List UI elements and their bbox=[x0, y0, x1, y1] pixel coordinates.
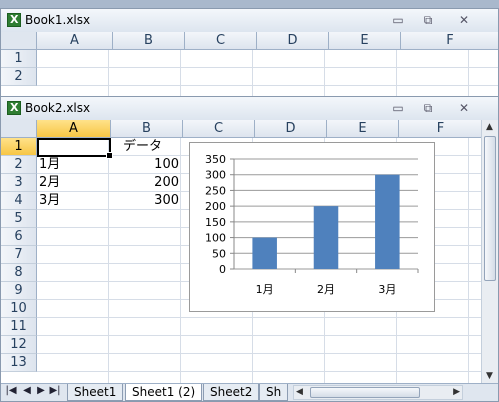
last-sheet-icon[interactable]: ▶| bbox=[49, 385, 61, 396]
col-header-c[interactable]: C bbox=[183, 120, 255, 138]
col-header-b[interactable]: B bbox=[111, 120, 183, 138]
row-header-10[interactable]: 10 bbox=[1, 300, 37, 318]
book2-title: Book2.xlsx bbox=[25, 101, 91, 115]
cell-a2[interactable]: 1月 bbox=[39, 156, 60, 174]
scroll-left-icon[interactable]: ◀ bbox=[296, 387, 303, 397]
prev-sheet-icon[interactable]: ◀ bbox=[21, 385, 33, 396]
row-header-5[interactable]: 5 bbox=[1, 210, 37, 228]
row-header-8[interactable]: 8 bbox=[1, 264, 37, 282]
horizontal-scrollbar[interactable]: ◀ ▶ bbox=[293, 385, 463, 400]
book1-cells[interactable] bbox=[37, 50, 498, 97]
restore-button[interactable]: ⧉ bbox=[419, 99, 437, 117]
cell-b2[interactable]: 100 bbox=[111, 156, 179, 174]
y-tick-label: 350 bbox=[205, 153, 226, 166]
y-tick-label: 250 bbox=[205, 184, 226, 197]
col-header-a[interactable]: A bbox=[37, 32, 113, 50]
chart-canvas: 0 50 100 150 200 250 300 350 1月 2月 3月 bbox=[205, 153, 419, 296]
col-header-c[interactable]: C bbox=[185, 32, 257, 50]
x-tick-label: 2月 bbox=[317, 283, 335, 296]
sheet-tab-sheet1-2[interactable]: Sheet1 (2) bbox=[125, 384, 203, 401]
y-tick-label: 300 bbox=[205, 169, 226, 182]
sheet-tab-bar: |◀ ◀ ▶ ▶| Sheet1 Sheet1 (2) Sheet2 Sh ◀ … bbox=[1, 383, 498, 401]
close-button[interactable]: ✕ bbox=[455, 99, 473, 117]
y-tick-label: 0 bbox=[219, 263, 226, 276]
col-header-e[interactable]: E bbox=[329, 32, 401, 50]
row-header-13[interactable]: 13 bbox=[1, 354, 37, 372]
minimize-button[interactable]: ▭ bbox=[389, 99, 407, 117]
col-header-e[interactable]: E bbox=[327, 120, 399, 138]
select-all-corner[interactable] bbox=[1, 120, 37, 138]
book1-window[interactable]: Book1.xlsx ▭ ⧉ ✕ A B C D E F 1 2 bbox=[0, 8, 499, 98]
bar-3 bbox=[375, 174, 400, 269]
bar-1 bbox=[252, 237, 277, 269]
bar-2 bbox=[313, 206, 339, 269]
col-header-a[interactable]: A bbox=[37, 120, 111, 138]
book1-title: Book1.xlsx bbox=[25, 13, 91, 27]
excel-icon bbox=[7, 13, 21, 27]
x-tick-label: 1月 bbox=[256, 283, 274, 296]
embedded-bar-chart[interactable]: 0 50 100 150 200 250 300 350 1月 2月 3月 bbox=[189, 142, 435, 312]
excel-icon bbox=[7, 101, 21, 115]
cell-b1[interactable]: データ bbox=[123, 138, 162, 156]
row-header-9[interactable]: 9 bbox=[1, 282, 37, 300]
col-header-b[interactable]: B bbox=[113, 32, 185, 50]
row-header-3[interactable]: 3 bbox=[1, 174, 37, 192]
book2-titlebar[interactable]: Book2.xlsx ▭ ⧉ ✕ bbox=[1, 97, 498, 121]
col-header-d[interactable]: D bbox=[255, 120, 327, 138]
y-tick-label: 50 bbox=[212, 247, 226, 260]
col-header-f[interactable]: F bbox=[401, 32, 498, 50]
y-tick-label: 100 bbox=[205, 232, 226, 245]
book1-titlebar[interactable]: Book1.xlsx ▭ ⧉ ✕ bbox=[1, 9, 498, 33]
row-header-2[interactable]: 2 bbox=[1, 68, 37, 86]
minimize-button[interactable]: ▭ bbox=[389, 11, 407, 29]
sheet-tab-sheet2[interactable]: Sheet2 bbox=[203, 384, 260, 401]
scroll-up-icon[interactable]: ▲ bbox=[486, 122, 493, 132]
row-header-1[interactable]: 1 bbox=[1, 138, 37, 156]
y-tick-label: 200 bbox=[205, 200, 226, 213]
vertical-scroll-thumb[interactable] bbox=[484, 136, 496, 281]
y-tick-label: 150 bbox=[205, 216, 226, 229]
row-header-11[interactable]: 11 bbox=[1, 318, 37, 336]
x-tick-label: 3月 bbox=[378, 283, 396, 296]
row-header-2[interactable]: 2 bbox=[1, 156, 37, 174]
row-header-12[interactable]: 12 bbox=[1, 336, 37, 354]
row-header-4[interactable]: 4 bbox=[1, 192, 37, 210]
sheet-tab-sheet1[interactable]: Sheet1 bbox=[67, 384, 124, 401]
cell-a4[interactable]: 3月 bbox=[39, 192, 60, 210]
scroll-right-icon[interactable]: ▶ bbox=[453, 387, 460, 397]
first-sheet-icon[interactable]: |◀ bbox=[5, 385, 17, 396]
col-header-d[interactable]: D bbox=[257, 32, 329, 50]
scroll-down-icon[interactable]: ▼ bbox=[486, 371, 493, 381]
row-header-6[interactable]: 6 bbox=[1, 228, 37, 246]
cell-b4[interactable]: 300 bbox=[111, 192, 179, 210]
row-header-1[interactable]: 1 bbox=[1, 50, 37, 68]
sheet-tab-sh[interactable]: Sh bbox=[259, 384, 289, 401]
close-button[interactable]: ✕ bbox=[455, 11, 473, 29]
vertical-scrollbar[interactable]: ▲ ▼ bbox=[481, 120, 498, 383]
horizontal-scroll-thumb[interactable] bbox=[310, 387, 420, 398]
select-all-corner[interactable] bbox=[1, 32, 37, 50]
cell-a3[interactable]: 2月 bbox=[39, 174, 60, 192]
cell-b3[interactable]: 200 bbox=[111, 174, 179, 192]
restore-button[interactable]: ⧉ bbox=[419, 11, 437, 29]
active-cell-a1[interactable] bbox=[37, 138, 113, 159]
next-sheet-icon[interactable]: ▶ bbox=[35, 385, 47, 396]
row-header-7[interactable]: 7 bbox=[1, 246, 37, 264]
book1-grid: A B C D E F 1 2 bbox=[1, 32, 498, 97]
col-header-f[interactable]: F bbox=[399, 120, 483, 138]
